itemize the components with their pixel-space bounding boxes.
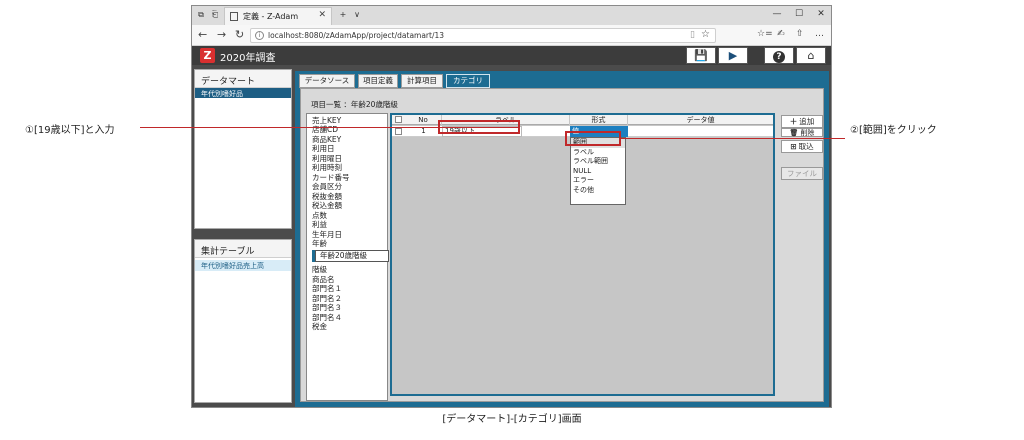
share-icon[interactable]: ⇧ — [796, 29, 804, 39]
type-option-error[interactable]: エラー — [571, 176, 625, 186]
close-tab-icon[interactable]: ✕ — [318, 10, 326, 20]
type-dropdown: 範囲 ラベル ラベル範囲 NULL エラー その他 — [570, 137, 626, 205]
reading-view-icon[interactable]: ▯ — [690, 30, 695, 40]
more-icon[interactable]: … — [815, 29, 824, 39]
annotation-line-right — [620, 138, 845, 139]
minimize-icon[interactable]: — — [770, 9, 784, 19]
list-item[interactable]: 部門名１ — [312, 284, 342, 293]
list-item[interactable]: 部門名２ — [312, 294, 342, 303]
home-button[interactable]: ⌂ — [796, 47, 826, 64]
page-icon — [230, 12, 238, 21]
list-item[interactable]: 部門名４ — [312, 313, 342, 322]
category-table: No ラベル 形式 データ値 1 19歳以下 値 範囲 ラベル ラベル範囲 NU… — [390, 113, 775, 396]
save-button[interactable]: 💾 — [686, 47, 716, 64]
header-data-value: データ値 — [686, 116, 715, 124]
add-label: 追加 — [799, 117, 815, 126]
forward-icon[interactable]: → — [217, 28, 226, 41]
tab-category[interactable]: カテゴリ — [446, 74, 490, 88]
list-item[interactable]: 部門名３ — [312, 303, 342, 312]
tab-actions-icon[interactable]: ⧉ — [196, 10, 206, 20]
tab-back-icon[interactable]: ⎗ — [210, 10, 220, 20]
refresh-icon[interactable]: ↻ — [235, 28, 244, 41]
new-tab-icon[interactable]: + — [338, 10, 348, 20]
list-item[interactable]: 税金 — [312, 322, 327, 331]
help-button[interactable]: ? — [764, 47, 794, 64]
import-button[interactable]: ⊞ 取込 — [781, 140, 823, 153]
favorite-star-icon[interactable]: ☆ — [701, 29, 710, 40]
list-item[interactable]: 利用日 — [312, 144, 335, 153]
list-item[interactable]: 利益 — [312, 220, 327, 229]
list-item[interactable]: 年齢 — [312, 239, 327, 248]
list-item[interactable]: 会員区分 — [312, 182, 342, 191]
list-item[interactable]: 税抜金額 — [312, 192, 342, 201]
back-icon[interactable]: ← — [198, 28, 207, 41]
row-checkbox[interactable] — [395, 128, 402, 135]
trash-icon: 🗑 — [789, 129, 799, 137]
help-icon: ? — [773, 51, 785, 63]
maximize-icon[interactable]: ☐ — [792, 9, 806, 19]
import-label: 取込 — [798, 142, 814, 151]
plus-icon: ＋ — [789, 117, 798, 126]
type-option-label[interactable]: ラベル — [571, 148, 625, 158]
delete-button[interactable]: 🗑 削除 — [781, 128, 823, 137]
datamart-panel: データマート 年代別嗜好品 — [194, 69, 292, 229]
file-button[interactable]: ファイル — [781, 167, 823, 180]
header-type: 形式 — [570, 115, 628, 125]
aggregate-item-selected[interactable]: 年代別嗜好品売上高 — [195, 260, 291, 271]
annotation-box-label — [438, 120, 520, 134]
list-item[interactable]: 点数 — [312, 211, 327, 220]
list-item[interactable]: 商品名 — [312, 275, 335, 284]
browser-tab[interactable]: 定義 - Z-Adam ✕ — [224, 7, 332, 25]
tab-calculated-items[interactable]: 計算項目 — [401, 74, 443, 88]
datamart-header: データマート — [195, 70, 291, 88]
list-item[interactable]: カード番号 — [312, 173, 350, 182]
tab-datasource[interactable]: データソース — [299, 74, 355, 88]
list-item[interactable]: 利用時刻 — [312, 163, 342, 172]
run-button[interactable]: ▶ — [718, 47, 748, 64]
delete-label: 削除 — [800, 129, 815, 137]
url-text: localhost:8080/zAdamApp/project/datamart… — [268, 31, 445, 40]
list-item[interactable]: 階級 — [312, 265, 327, 274]
tab-title: 定義 - Z-Adam — [243, 12, 299, 21]
category-content: 項目一覧 ：年齢20歳階級 売上KEY 店舗CD 商品KEY 利用日 利用曜日 … — [300, 88, 824, 402]
annotation-box-range — [565, 131, 621, 146]
datamart-item-selected[interactable]: 年代別嗜好品 — [195, 88, 291, 98]
main-panel: データソース 項目定義 計算項目 カテゴリ 項目一覧 ：年齢20歳階級 売上KE… — [295, 71, 829, 407]
site-info-icon[interactable]: i — [255, 31, 264, 40]
list-item[interactable]: 売上KEY — [312, 116, 341, 125]
annotation-click-range: ②[範囲]をクリック — [850, 125, 937, 136]
type-option-other[interactable]: その他 — [571, 186, 625, 196]
tab-menu-icon[interactable]: ∨ — [352, 10, 362, 20]
selected-field-item[interactable]: 年齢20歳階級 — [315, 250, 389, 262]
app-header: 2020年調査 💾 ▶ ? ⌂ — [192, 46, 831, 65]
app-title: 2020年調査 — [220, 53, 276, 64]
list-item[interactable]: 生年月日 — [312, 230, 342, 239]
tab-item-definition[interactable]: 項目定義 — [358, 74, 398, 88]
header-no: No — [405, 115, 442, 125]
add-button[interactable]: ＋追加 — [781, 115, 823, 128]
aggregate-panel: 集計テーブル 年代別嗜好品売上高 — [194, 239, 292, 403]
grid-icon: ⊞ — [790, 142, 797, 151]
field-list: 売上KEY 店舗CD 商品KEY 利用日 利用曜日 利用時刻 カード番号 会員区… — [306, 113, 389, 401]
section-subtitle: 項目一覧 ：年齢20歳階級 — [311, 100, 398, 109]
type-option-label-range[interactable]: ラベル範囲 — [571, 157, 625, 167]
app-logo-icon — [200, 48, 215, 63]
close-window-icon[interactable]: ✕ — [814, 9, 828, 19]
browser-tab-bar: ⧉ ⎗ 定義 - Z-Adam ✕ + ∨ — ☐ ✕ — [192, 6, 831, 25]
list-item[interactable]: 利用曜日 — [312, 154, 342, 163]
pen-icon[interactable]: ✍ — [777, 29, 785, 39]
type-option-null[interactable]: NULL — [571, 167, 625, 177]
browser-window: ⧉ ⎗ 定義 - Z-Adam ✕ + ∨ — ☐ ✕ ← → ↻ i loca… — [191, 5, 832, 408]
list-item[interactable]: 商品KEY — [312, 135, 341, 144]
aggregate-header: 集計テーブル — [195, 240, 291, 258]
figure-caption: [データマート]-[カテゴリ]画面 — [442, 414, 582, 425]
app-body: データマート 年代別嗜好品 集計テーブル 年代別嗜好品売上高 データソース 項目… — [192, 65, 831, 407]
address-bar: ← → ↻ i localhost:8080/zAdamApp/project/… — [192, 25, 831, 46]
url-input[interactable]: i localhost:8080/zAdamApp/project/datama… — [250, 28, 716, 43]
favorites-icon[interactable]: ☆= — [757, 29, 773, 39]
list-item[interactable]: 税込金額 — [312, 201, 342, 210]
annotation-enter-label: ①[19歳以下]と入力 — [25, 125, 115, 136]
select-all-checkbox[interactable] — [395, 116, 402, 123]
